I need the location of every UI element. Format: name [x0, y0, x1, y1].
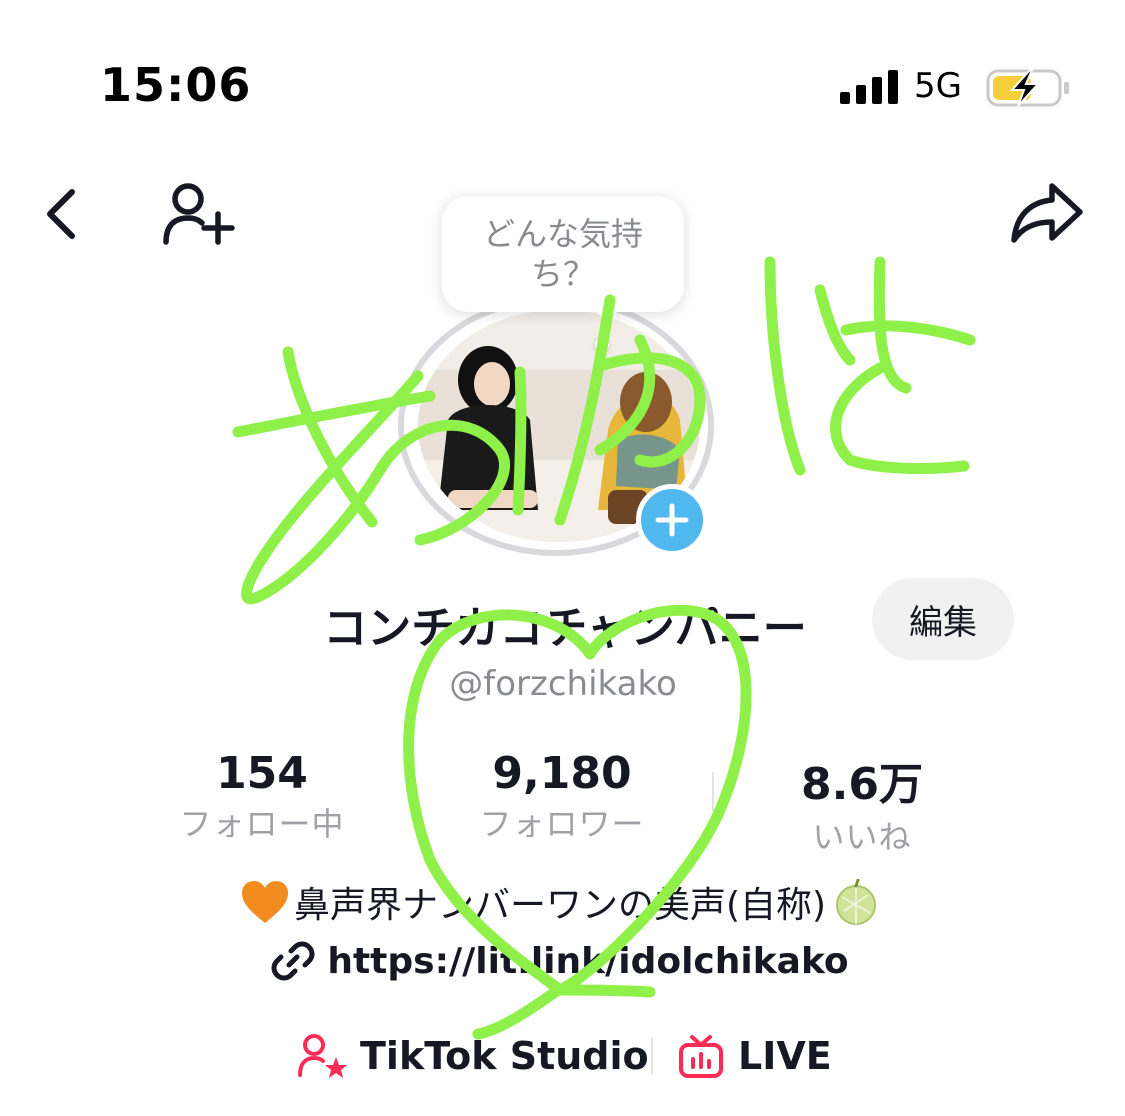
edit-profile-button[interactable]: 編集: [872, 578, 1014, 660]
studio-icon: [298, 1034, 347, 1078]
profile-tools-row: TikTok Studio LIVE: [0, 1026, 1125, 1086]
stat-label: フォロワー: [479, 805, 645, 843]
tooltip-tail: [592, 306, 620, 322]
mood-tooltip[interactable]: どんな気持ち？: [442, 196, 684, 312]
back-icon[interactable]: [38, 186, 88, 242]
share-icon[interactable]: [1006, 180, 1086, 246]
profile-link[interactable]: https://lit.link/idolchikako: [180, 936, 940, 986]
stat-following[interactable]: 154 フォロー中: [162, 748, 362, 845]
profile-bio: 鼻声界ナンバーワンの美声(自称): [180, 874, 940, 930]
profile-link-text[interactable]: https://lit.link/idolchikako: [327, 941, 848, 982]
stat-value: 9,180: [492, 748, 632, 799]
profile-name: コンチカコチャンパニー: [323, 603, 807, 654]
stat-likes[interactable]: 8.6万 いいね: [762, 748, 962, 858]
stat-label: フォロー中: [179, 805, 345, 843]
stat-followers[interactable]: 9,180 フォロワー: [462, 748, 662, 845]
mood-tooltip-text: どんな気持ち？: [482, 215, 643, 293]
live-icon: [679, 1035, 723, 1078]
stat-label: いいね: [812, 818, 912, 856]
melon-emoji: [836, 879, 877, 925]
studio-label: TikTok Studio: [360, 1034, 649, 1078]
stat-divider: [712, 772, 714, 812]
signal-icon: [840, 70, 898, 104]
status-time: 15:06: [100, 58, 252, 112]
live-button[interactable]: LIVE: [678, 1026, 832, 1086]
battery-charging-icon: [986, 69, 1069, 107]
tiktok-studio-button[interactable]: TikTok Studio: [298, 1026, 649, 1086]
tooltip-dot: [595, 338, 609, 352]
stat-value: 154: [216, 748, 308, 799]
plus-icon: [655, 503, 689, 537]
network-type: 5G: [914, 66, 962, 106]
add-avatar-button[interactable]: [636, 484, 708, 556]
stat-value: 8.6万: [801, 759, 923, 810]
live-label: LIVE: [738, 1034, 832, 1078]
link-icon: [271, 941, 315, 981]
orange-heart-emoji: [241, 881, 288, 923]
profile-handle: @forzchikako: [449, 664, 677, 704]
bio-text: 鼻声界ナンバーワンの美声(自称): [293, 885, 827, 926]
tools-divider: [651, 1038, 653, 1074]
add-user-icon[interactable]: [160, 180, 236, 246]
